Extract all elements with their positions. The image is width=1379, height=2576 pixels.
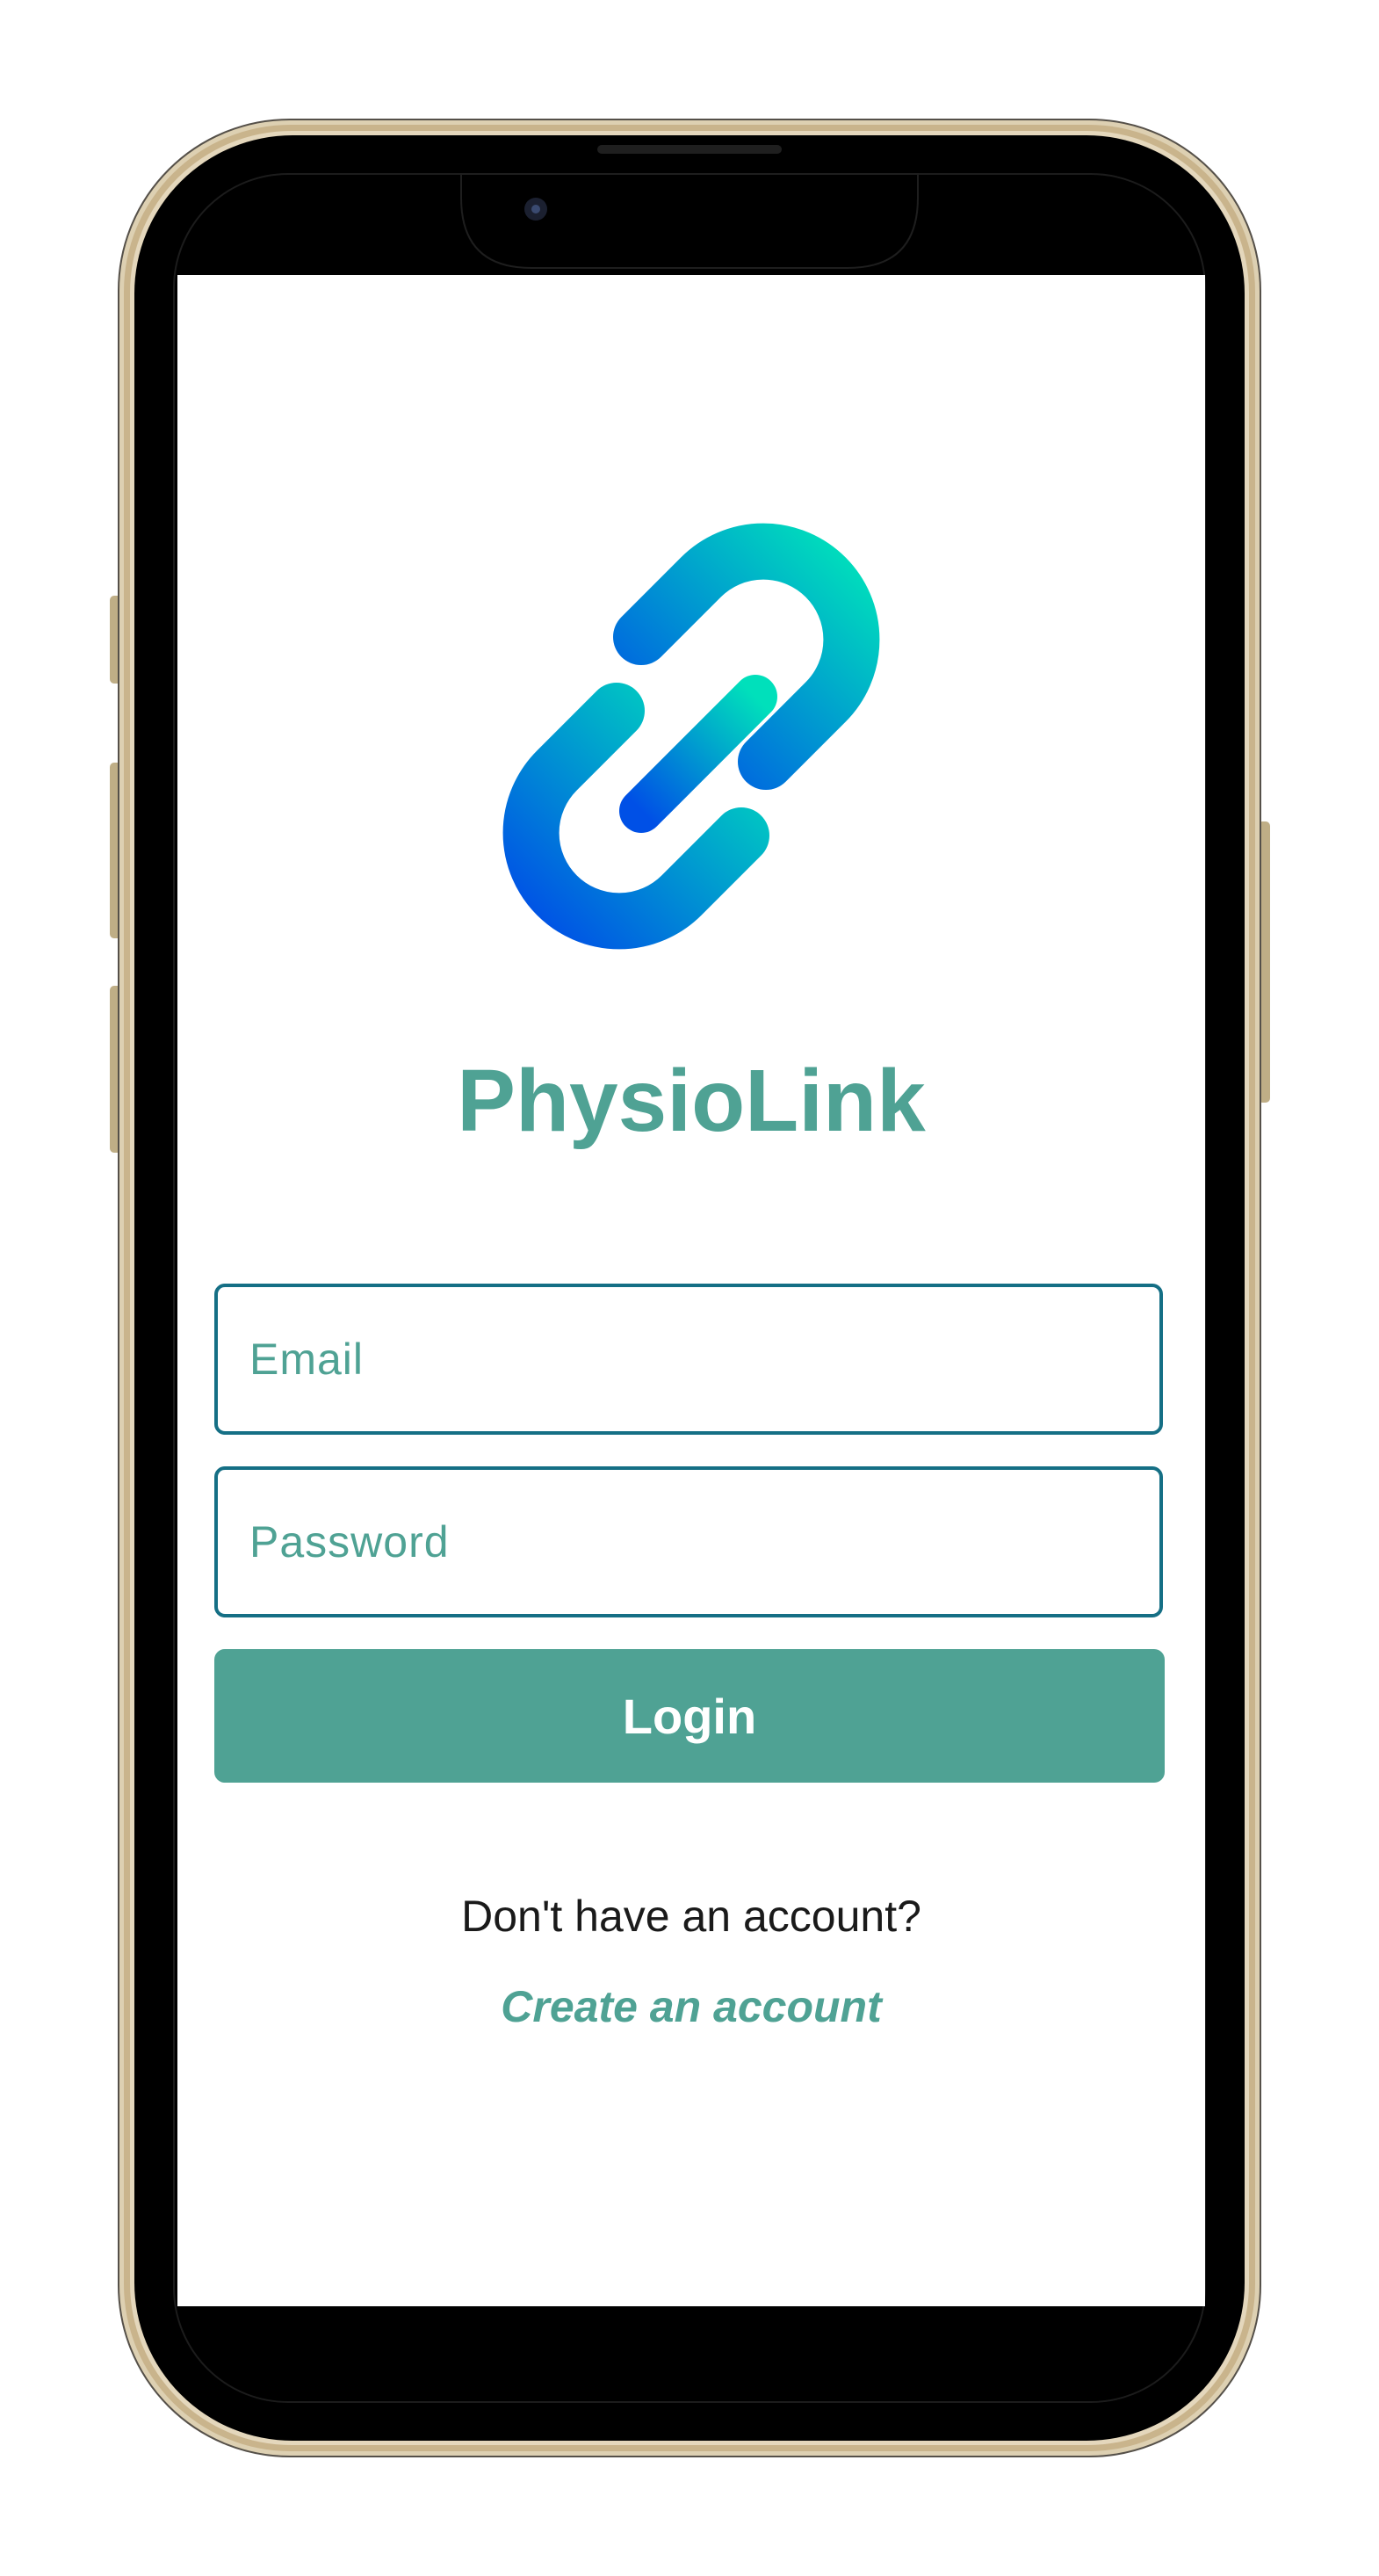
create-account-link[interactable]: Create an account — [177, 1985, 1205, 2029]
login-button[interactable]: Login — [214, 1649, 1165, 1783]
signup-prompt: Don't have an account? — [461, 1892, 921, 1941]
email-field[interactable] — [214, 1284, 1163, 1435]
app-title: PhysioLink — [457, 1052, 926, 1150]
password-field[interactable] — [214, 1466, 1163, 1617]
notch — [460, 173, 919, 269]
speaker-grille — [597, 145, 782, 154]
chain-link-icon — [502, 523, 880, 950]
app-screen: PhysioLink Login Don't have an account? … — [177, 275, 1205, 2306]
